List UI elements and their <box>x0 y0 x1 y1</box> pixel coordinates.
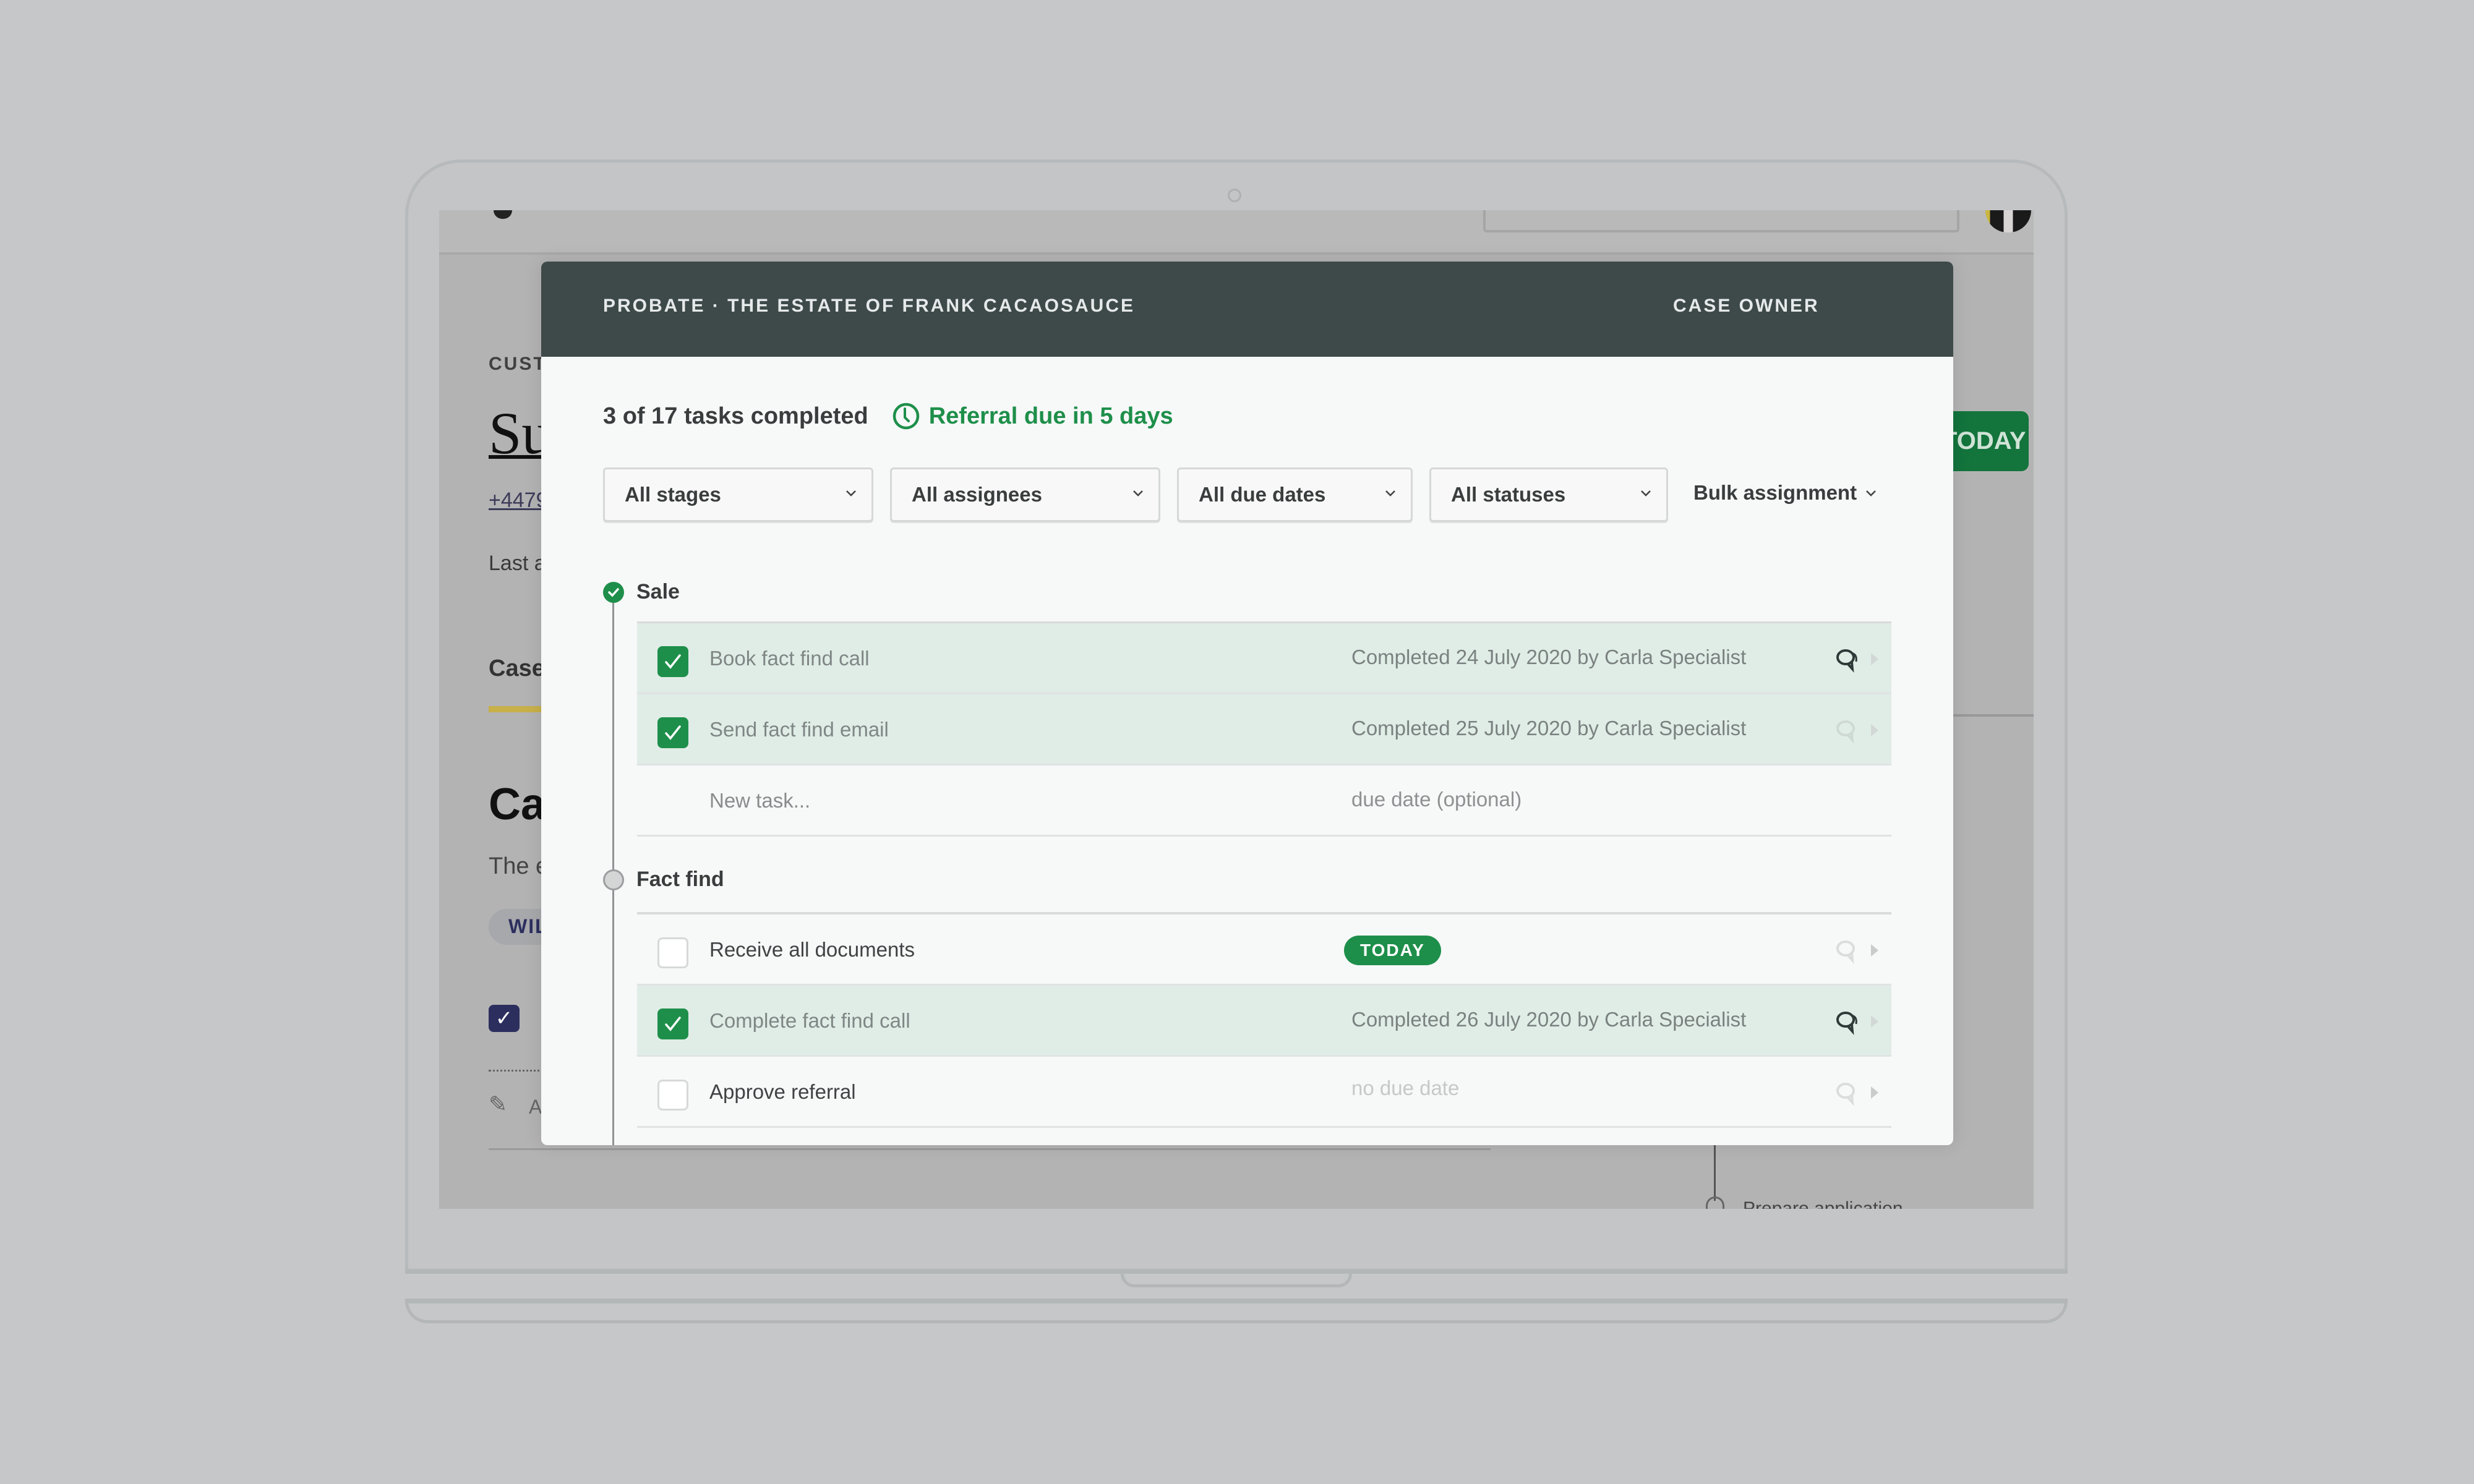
case-breadcrumb: PROBATE · THE ESTATE OF FRANK CACAOSAUCE <box>603 296 1135 316</box>
customer-phone-link[interactable]: +4479 <box>489 488 548 513</box>
avatar[interactable] <box>1985 210 2031 232</box>
checkbox-checked[interactable]: ✓ <box>489 1005 520 1032</box>
case-heading: Ca <box>489 780 546 829</box>
task-completion-info: Completed 26 July 2020 by Carla Speciali… <box>1351 1008 1747 1031</box>
stage-header-sale[interactable]: Sale <box>603 580 680 604</box>
task-due-date[interactable]: no due date <box>1351 1077 1459 1100</box>
case-description: The e <box>489 853 549 879</box>
task-completion-info: Completed 24 July 2020 by Carla Speciali… <box>1351 646 1747 668</box>
task-title[interactable]: Complete fact find call <box>709 1009 910 1033</box>
search-input[interactable] <box>1483 210 1959 232</box>
section-divider <box>489 1148 1491 1150</box>
comments-icon[interactable] <box>1834 647 1860 673</box>
caret-right-icon[interactable] <box>1870 723 1880 738</box>
task-checkbox[interactable] <box>657 1009 688 1039</box>
tasks-modal: PROBATE · THE ESTATE OF FRANK CACAOSAUCE… <box>541 262 1953 1145</box>
task-checkbox[interactable] <box>657 717 688 748</box>
caret-right-icon[interactable] <box>1870 1085 1880 1100</box>
pencil-icon[interactable]: ✎ <box>489 1091 507 1117</box>
app-logo <box>494 210 512 219</box>
task-title[interactable]: Send fact find email <box>709 718 889 741</box>
caret-right-icon[interactable] <box>1870 652 1880 667</box>
new-task-due-date-input[interactable]: due date (optional) <box>1351 788 1522 811</box>
laptop-base <box>405 1301 2068 1323</box>
modal-header: PROBATE · THE ESTATE OF FRANK CACAOSAUCE… <box>541 262 1953 357</box>
stage-pending-icon <box>603 869 624 890</box>
clock-icon <box>892 403 919 430</box>
bulk-assignment-label: Bulk assignment <box>1693 481 1857 504</box>
task-row[interactable]: Book fact find call Completed 24 July 20… <box>637 623 1891 694</box>
today-button[interactable]: TODAY <box>1942 411 2029 471</box>
task-title[interactable]: Approve referral <box>709 1080 856 1104</box>
task-completion-info: Completed 25 July 2020 by Carla Speciali… <box>1351 717 1747 740</box>
stage-filter-label: All stages <box>625 483 721 506</box>
stage-name: Fact find <box>636 868 724 891</box>
next-step-label: Prepare application <box>1743 1198 1903 1209</box>
referral-due-status: Referral due in 5 days <box>892 402 1173 430</box>
tab-case[interactable]: Case <box>489 655 545 682</box>
new-task-row[interactable]: New task... due date (optional) <box>637 765 1891 837</box>
timeline-connector <box>1714 1145 1716 1201</box>
chevron-down-icon <box>1641 490 1651 497</box>
chevron-down-icon <box>1385 490 1395 497</box>
add-note-link[interactable]: A <box>529 1096 542 1119</box>
last-activity-text: Last a <box>489 552 546 575</box>
task-summary: 3 of 17 tasks completed Referral due in … <box>603 401 1173 432</box>
referral-due-text: Referral due in 5 days <box>928 403 1173 429</box>
task-row[interactable]: Approve referral no due date <box>637 1057 1891 1128</box>
chevron-down-icon <box>1133 490 1143 497</box>
stage-complete-icon <box>603 581 624 603</box>
dotted-divider <box>489 1070 544 1072</box>
tasks-progress-text: 3 of 17 tasks completed <box>603 403 868 429</box>
task-title[interactable]: Book fact find call <box>709 647 870 670</box>
case-owner-label[interactable]: CASE OWNER <box>1673 296 1820 317</box>
timeline-node <box>1706 1196 1724 1209</box>
camera-icon <box>1228 189 1241 202</box>
stage-filter-select[interactable]: All stages <box>603 467 873 522</box>
chevron-down-icon <box>1866 490 1876 497</box>
caret-right-icon[interactable] <box>1870 943 1880 958</box>
task-checkbox[interactable] <box>657 1080 688 1111</box>
bulk-assignment-dropdown[interactable]: Bulk assignment <box>1693 481 1879 505</box>
due-date-filter-label: All due dates <box>1199 483 1326 506</box>
caret-right-icon[interactable] <box>1870 1014 1880 1029</box>
customer-section-label: CUST <box>489 354 547 374</box>
comments-icon[interactable] <box>1834 1009 1860 1035</box>
due-today-badge: TODAY <box>1344 936 1441 965</box>
task-checkbox[interactable] <box>657 646 688 677</box>
status-filter-select[interactable]: All statuses <box>1429 467 1668 522</box>
comments-icon[interactable] <box>1834 938 1860 964</box>
chevron-down-icon <box>846 490 856 497</box>
task-row[interactable]: Send fact find email Completed 25 July 2… <box>637 694 1891 765</box>
task-row[interactable]: Receive all documents TODAY <box>637 915 1891 986</box>
task-row[interactable]: Complete fact find call Completed 26 Jul… <box>637 986 1891 1057</box>
task-title[interactable]: Receive all documents <box>709 938 915 962</box>
active-tab-indicator <box>489 706 544 712</box>
assignee-filter-label: All assignees <box>912 483 1042 506</box>
due-date-filter-select[interactable]: All due dates <box>1177 467 1413 522</box>
task-checkbox[interactable] <box>657 937 688 968</box>
assignee-filter-select[interactable]: All assignees <box>890 467 1160 522</box>
new-task-input[interactable]: New task... <box>709 789 810 812</box>
status-filter-label: All statuses <box>1451 483 1566 506</box>
filter-bar: All stages All assignees All due dates A… <box>603 467 1902 522</box>
stage-name: Sale <box>636 580 680 603</box>
laptop-notch <box>1121 1273 1352 1287</box>
right-divider <box>1953 714 2034 717</box>
app-topbar <box>439 210 2034 255</box>
comments-icon[interactable] <box>1834 1080 1860 1106</box>
stage-header-fact-find[interactable]: Fact find <box>603 868 724 892</box>
comments-icon[interactable] <box>1834 718 1860 744</box>
